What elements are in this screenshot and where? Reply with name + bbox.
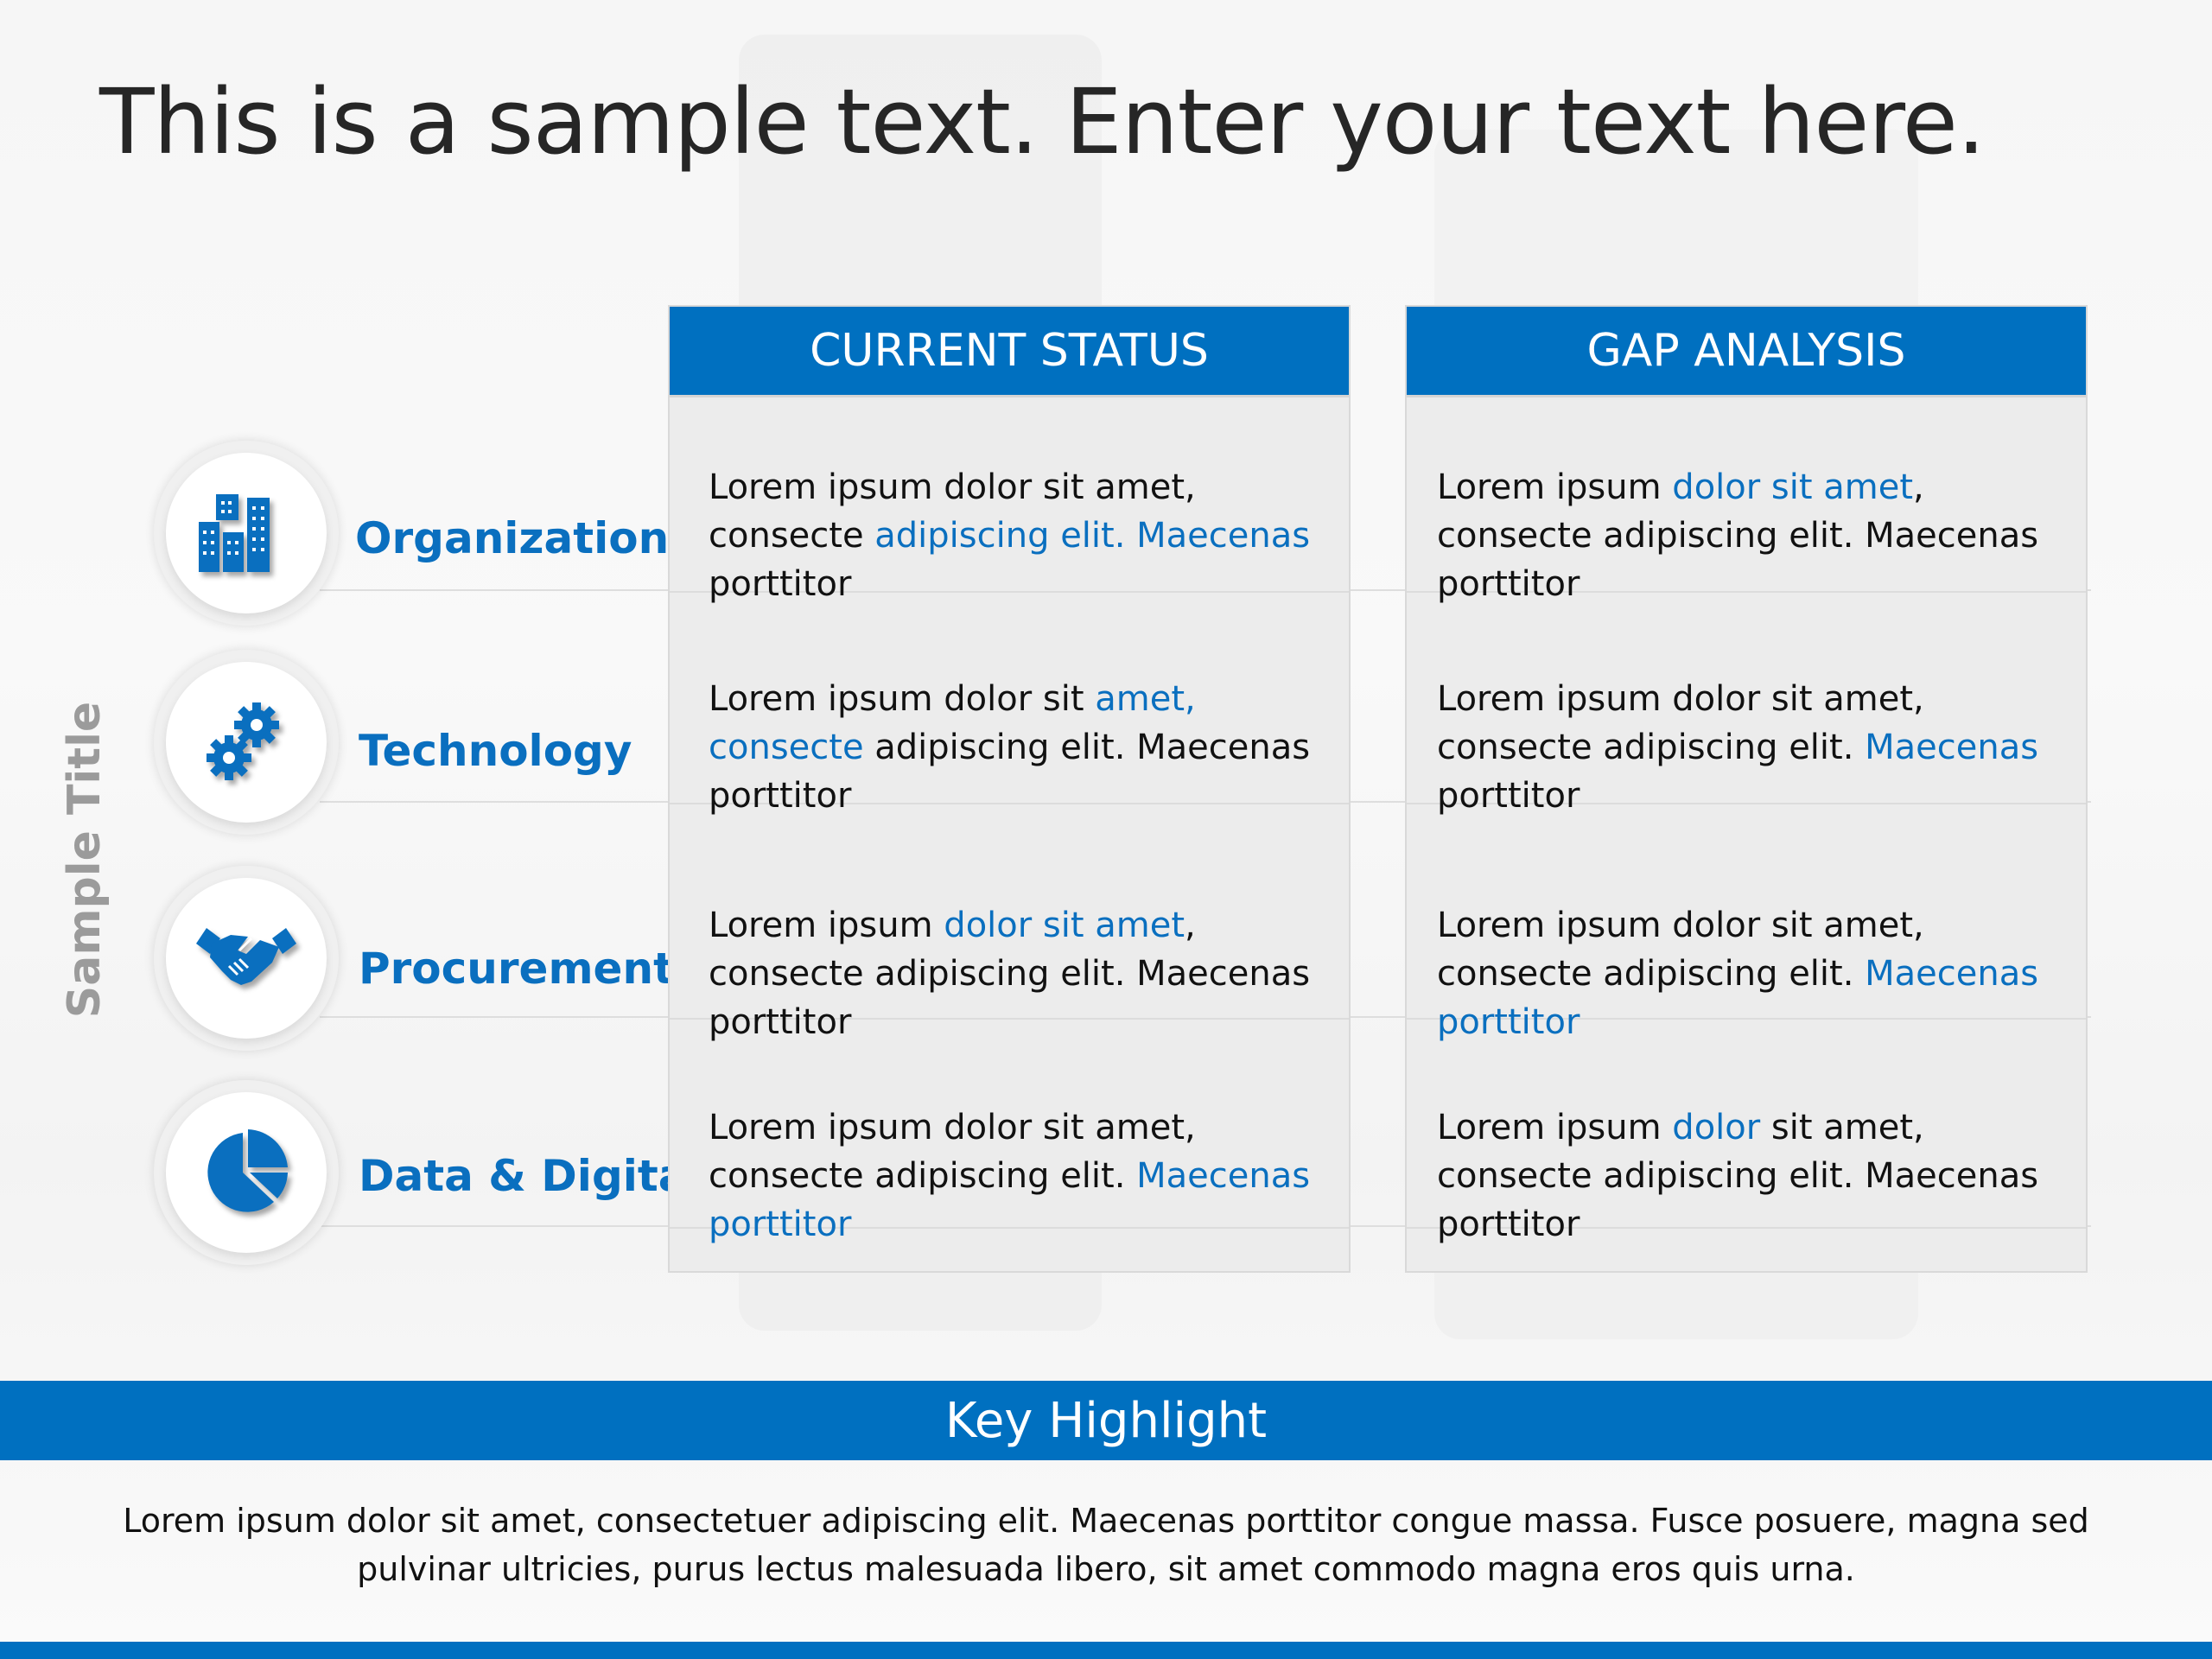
current-status-cell: Lorem ipsum dolor sit amet, consecte adi…: [670, 1020, 1349, 1244]
gap-analysis-cell: Lorem ipsum dolor sit amet, consecte adi…: [1407, 1020, 2086, 1244]
key-highlight-header: Key Highlight: [0, 1381, 2212, 1460]
highlighted-text: dolor sit amet: [1672, 467, 1914, 507]
cell-text-segment: Lorem ipsum dolor sit: [709, 679, 1096, 719]
highlighted-text: Maecenas: [1865, 728, 2039, 767]
category-label-technology: Technology: [359, 726, 632, 776]
current-status-cell: Lorem ipsum dolor sit amet, consecte adi…: [670, 804, 1349, 1042]
category-icon-data-digital: [154, 1080, 339, 1265]
current-status-header: CURRENT STATUS: [670, 307, 1349, 397]
category-icon-procurement: [154, 866, 339, 1051]
current-status-cell: Lorem ipsum dolor sit amet, consecte adi…: [670, 593, 1349, 816]
cell-text-segment: Lorem ipsum: [709, 906, 944, 945]
buildings-icon: [199, 494, 270, 572]
highlighted-text: adipiscing elit. Maecenas: [874, 516, 1311, 556]
cell-text: Lorem ipsum dolor sit amet, consecte adi…: [1437, 1103, 2069, 1249]
gap-analysis-cell: Lorem ipsum dolor sit amet, consecte adi…: [1407, 804, 2086, 1042]
side-title: Sample Title: [59, 701, 111, 1019]
cell-text-segment: Lorem ipsum: [1437, 1108, 1673, 1147]
cell-text: Lorem ipsum dolor sit amet, consecte adi…: [709, 1103, 1332, 1249]
cell-text: Lorem ipsum dolor sit amet, consecte adi…: [1437, 675, 2069, 820]
slide-title: This is a sample text. Enter your text h…: [99, 69, 1986, 175]
category-icon-organization: [154, 441, 339, 626]
cell-text: Lorem ipsum dolor sit amet, consecte adi…: [709, 463, 1332, 608]
gap-analysis-cell: Lorem ipsum dolor sit amet, consecte adi…: [1407, 397, 2086, 604]
highlighted-text: dolor sit amet: [944, 906, 1185, 945]
pie-chart-icon: [207, 1129, 288, 1212]
category-label-organization: Organization: [355, 513, 670, 563]
key-highlight-body: Lorem ipsum dolor sit amet, consectetuer…: [123, 1502, 2089, 1588]
category-label-data-digital: Data & Digital: [359, 1151, 702, 1201]
cell-text-segment: Lorem ipsum dolor sit amet, consecte adi…: [709, 1108, 1196, 1196]
gap-analysis-header: GAP ANALYSIS: [1407, 307, 2086, 397]
handshake-icon: [196, 928, 296, 985]
category-label-procurement: Procurement: [359, 944, 674, 994]
category-icon-technology: [154, 650, 339, 835]
current-status-column: CURRENT STATUS Lorem ipsum dolor sit ame…: [668, 305, 1351, 1273]
current-status-cell: Lorem ipsum dolor sit amet, consecte adi…: [670, 397, 1349, 604]
cell-text: Lorem ipsum dolor sit amet, consecte adi…: [1437, 463, 2069, 608]
cell-text-segment: Lorem ipsum dolor sit amet, consecte adi…: [1437, 679, 1924, 767]
gap-analysis-cell: Lorem ipsum dolor sit amet, consecte adi…: [1407, 593, 2086, 816]
cell-text-segment: Lorem ipsum dolor sit amet, consecte adi…: [1437, 906, 1924, 994]
gears-icon: [207, 702, 279, 780]
cell-text: Lorem ipsum dolor sit amet, consecte adi…: [709, 675, 1332, 820]
gap-analysis-column: GAP ANALYSIS Lorem ipsum dolor sit amet,…: [1405, 305, 2088, 1273]
highlighted-text: dolor: [1672, 1108, 1761, 1147]
cell-text-segment: Lorem ipsum: [1437, 467, 1673, 507]
footer-bar: [0, 1642, 2212, 1659]
